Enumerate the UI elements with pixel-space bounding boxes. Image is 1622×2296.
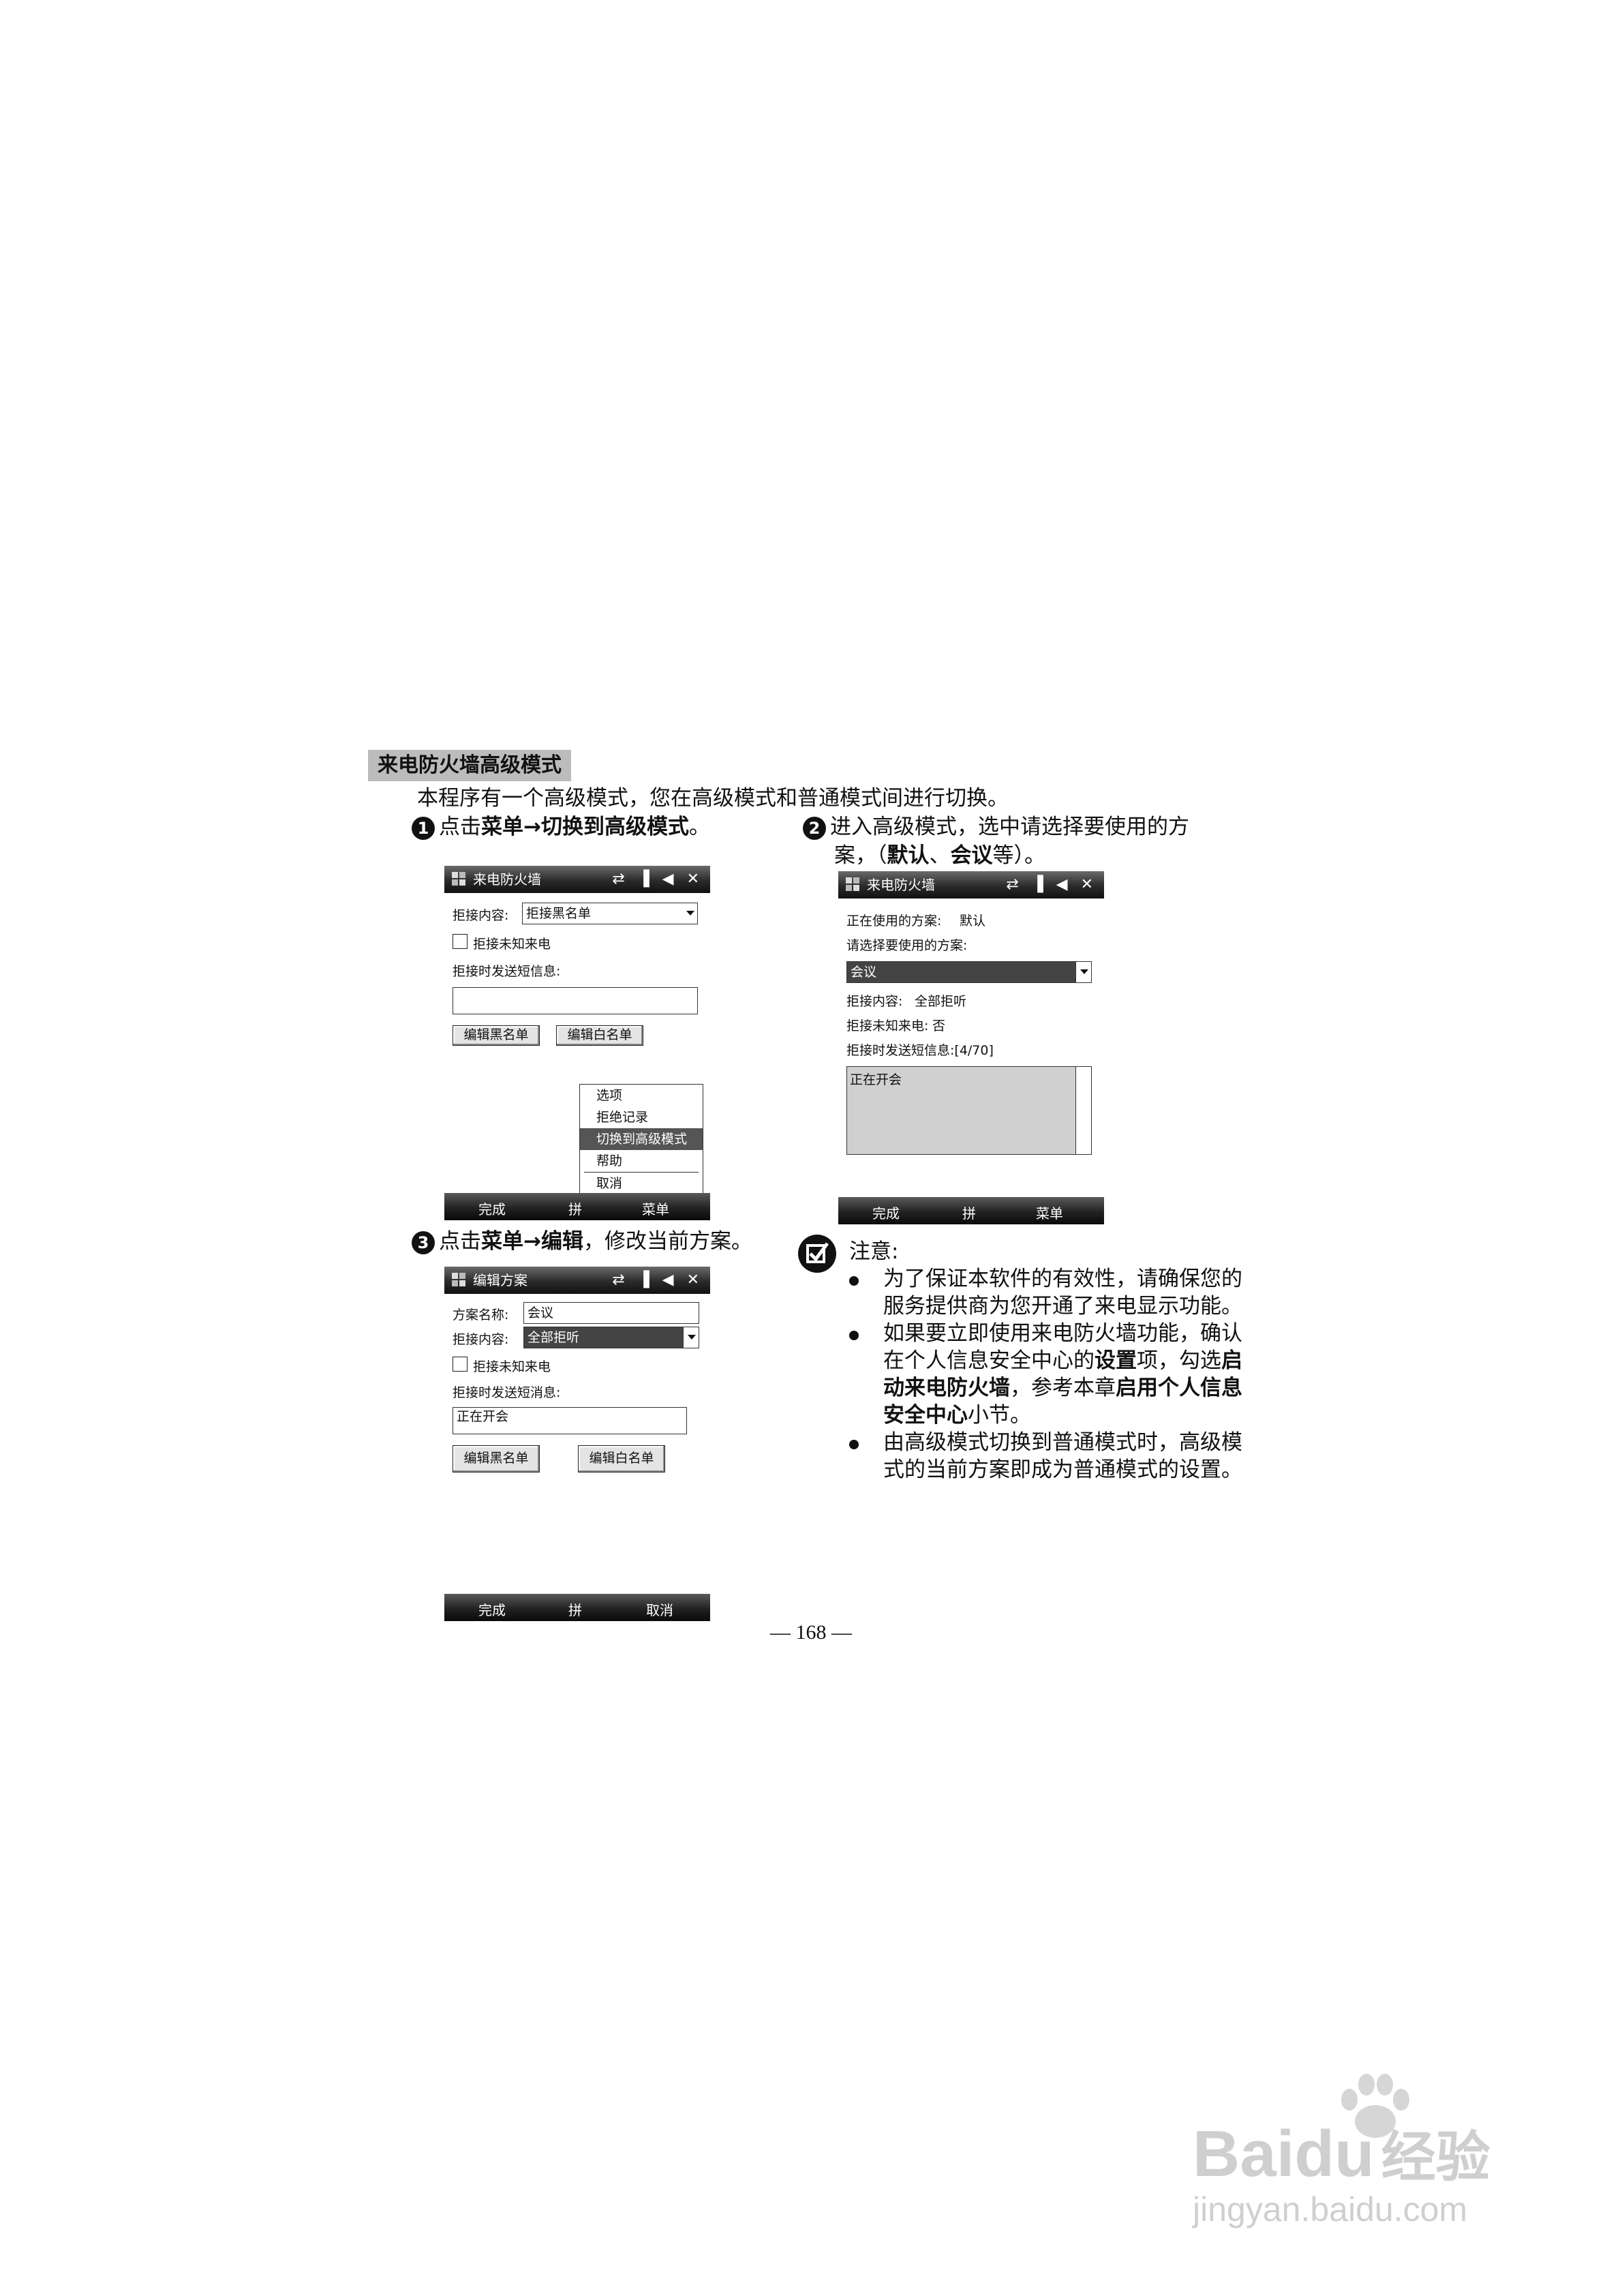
note-bullet-2: 如果要立即使用来电防火墙功能，确认 在个人信息安全中心的设置项，勾选启 动来电防… [883,1321,1242,1428]
step-number: 3 [412,1230,435,1254]
edit-whitelist-button[interactable]: 编辑白名单 [578,1445,665,1472]
status-icons[interactable]: ⇄ ▐ ◀ ✕ [612,866,703,893]
softkey-done[interactable]: 完成 [478,1599,506,1619]
sms-input[interactable] [453,987,698,1014]
sms-label: 拒接时发送短信息: [453,964,561,979]
note-bullet-3: 由高级模式切换到普通模式时，高级模 式的当前方案即成为普通模式的设置。 [883,1430,1242,1482]
step-3: 3 点击菜单→编辑，修改当前方案。 [412,1227,752,1256]
bullet-icon [849,1331,859,1340]
bullet-icon [849,1276,859,1286]
reject-unknown-checkbox[interactable] [453,934,468,949]
reject-content-label: 拒接内容: [846,994,903,1009]
note-bullet-1: 为了保证本软件的有效性，请确保您的 服务提供商为您开通了来电显示功能。 [883,1267,1242,1318]
edit-blacklist-button[interactable]: 编辑黑名单 [453,1445,540,1472]
reject-content-select[interactable]: 拒接黑名单 [522,903,698,924]
watermark-brand: Bai [1193,2117,1295,2190]
softkey-done[interactable]: 完成 [478,1198,506,1218]
softkey-cancel[interactable]: 取消 [646,1599,673,1619]
reject-unknown-label: 拒接未知来电: [846,1018,929,1033]
window-title: 来电防火墙 [473,871,541,888]
step-1: 1 点击菜单→切换到高级模式。 [412,813,710,841]
reject-unknown-label: 拒接未知来电 [473,937,551,952]
soft-key-bar: 完成 拼 菜单 [444,1193,710,1220]
watermark-cn: 经验 [1381,2127,1490,2188]
window-title: 编辑方案 [473,1272,527,1288]
reject-content-select[interactable]: 全部拒听 [523,1327,699,1348]
sms-textarea[interactable]: 正在开会 [846,1066,1092,1155]
baidu-watermark: Baidu 经验 jingyan.baidu.com [1193,2072,1547,2229]
plan-select[interactable]: 会议 [846,961,1092,983]
menu-item-reject-log[interactable]: 拒绝记录 [580,1106,703,1128]
edit-whitelist-button[interactable]: 编辑白名单 [556,1025,643,1046]
bullet-icon [849,1440,859,1449]
windows-start-icon[interactable] [451,1272,466,1287]
softkey-menu[interactable]: 菜单 [1036,1203,1063,1222]
menu-item-switch-advanced[interactable]: 切换到高级模式 [580,1128,703,1150]
reject-unknown-value: 否 [932,1018,946,1033]
soft-key-bar: 完成 拼 菜单 [838,1197,1104,1224]
reject-content-value: 全部拒听 [915,994,967,1009]
softkey-input[interactable]: 拼 [962,1203,976,1222]
plan-name-label: 方案名称: [453,1308,509,1323]
chevron-down-icon [1080,969,1088,974]
phone-screen-firewall: 来电防火墙 ⇄ ▐ ◀ ✕ 拒接内容: 拒接黑名单 拒接未知来电 拒接时发送短信… [444,866,710,1220]
intro-text: 本程序有一个高级模式，您在高级模式和普通模式间进行切换。 [417,786,1009,811]
windows-start-icon[interactable] [451,871,466,886]
menu-item-options[interactable]: 选项 [580,1085,703,1106]
reject-unknown-label: 拒接未知来电 [473,1359,551,1374]
page-number: — 168 — [770,1621,852,1644]
step-number: 2 [803,816,826,840]
current-plan-label: 正在使用的方案: [846,913,942,928]
watermark-url: jingyan.baidu.com [1193,2190,1468,2229]
current-plan-value: 默认 [960,913,986,928]
softkey-input[interactable]: 拼 [568,1198,582,1218]
phone-screen-advanced: 来电防火墙 ⇄ ▐ ◀ ✕ 正在使用的方案: 默认 请选择要使用的方案: 会议 … [838,871,1104,1226]
menu-item-help[interactable]: 帮助 [580,1150,703,1172]
status-icons[interactable]: ⇄ ▐ ◀ ✕ [612,1267,703,1294]
status-icons[interactable]: ⇄ ▐ ◀ ✕ [1006,871,1097,898]
sms-label: 拒接时发送短消息: [453,1385,561,1400]
plan-name-input[interactable]: 会议 [523,1302,699,1324]
title-bar: 编辑方案 ⇄ ▐ ◀ ✕ [444,1267,710,1294]
windows-start-icon[interactable] [845,877,860,892]
note-title: 注意: [849,1239,899,1264]
section-title: 来电防火墙高级模式 [368,750,571,781]
reject-unknown-checkbox[interactable] [453,1357,468,1372]
sms-input[interactable]: 正在开会 [453,1407,687,1434]
softkey-menu[interactable]: 菜单 [642,1198,669,1218]
edit-blacklist-button[interactable]: 编辑黑名单 [453,1025,540,1046]
menu-item-cancel[interactable]: 取消 [580,1173,703,1194]
reject-content-label: 拒接内容: [453,1332,509,1347]
step-number: 1 [412,816,435,840]
chevron-down-icon [688,1335,696,1340]
sms-label: 拒接时发送短信息:[4/70] [846,1043,994,1058]
phone-screen-edit-plan: 编辑方案 ⇄ ▐ ◀ ✕ 方案名称: 会议 拒接内容: 全部拒听 拒接未知来电 … [444,1267,710,1622]
chevron-down-icon [686,911,694,916]
choose-plan-label: 请选择要使用的方案: [846,938,968,953]
step-2: 2 进入高级模式，选中请选择要使用的方 案，（默认、会议等）。 [803,813,1189,870]
reject-content-label: 拒接内容: [453,908,509,923]
context-menu: 选项 拒绝记录 切换到高级模式 帮助 取消 [579,1084,703,1195]
softkey-done[interactable]: 完成 [872,1203,900,1222]
title-bar: 来电防火墙 ⇄ ▐ ◀ ✕ [444,866,710,893]
watermark-brand-2: du [1294,2117,1375,2190]
softkey-input[interactable]: 拼 [568,1599,582,1619]
checkbox-note-icon [798,1235,836,1273]
scrollbar[interactable] [1075,1067,1091,1154]
window-title: 来电防火墙 [867,877,935,893]
soft-key-bar: 完成 拼 取消 [444,1594,710,1621]
title-bar: 来电防火墙 ⇄ ▐ ◀ ✕ [838,871,1104,898]
